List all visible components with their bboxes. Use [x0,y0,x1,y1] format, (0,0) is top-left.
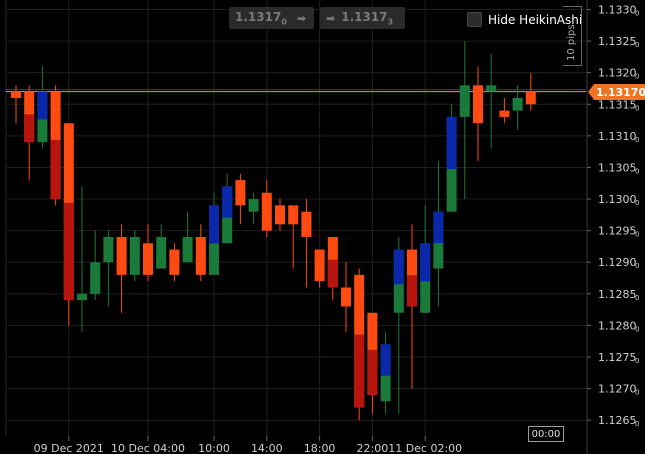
pips-label: 10 pips [566,24,577,61]
candle-body [103,236,114,263]
y-tick-label: 1.1315 [598,98,637,111]
candle-body [473,85,483,124]
x-tick-label: 10 Dec 04:00 [111,442,185,454]
candle-body [275,205,285,225]
candle-body [525,91,536,105]
y-tick-label: 1.1270 [598,383,637,396]
candle-body [129,236,140,275]
y-tick-label: 1.1325 [598,35,637,48]
y-tick-label: 1.1275 [598,351,637,364]
y-tick-label: 1.1300 [598,193,637,206]
y-tick-subdigit: 0 [635,231,639,239]
y-tick-subdigit: 0 [635,167,639,175]
candle-body [459,85,470,117]
x-tick-label: 10:00 [198,442,230,454]
y-tick-subdigit: 0 [635,420,639,428]
candle-trend-overlay [354,334,365,408]
candle-trend-overlay [24,114,35,143]
y-tick-subdigit: 0 [635,136,639,144]
candle-body [11,91,21,98]
y-tick-label: 1.1285 [598,288,637,301]
time-cursor-label: 00:00 [528,426,564,442]
y-tick-subdigit: 0 [635,325,639,333]
y-tick-label: 1.1320 [598,67,637,80]
x-tick-label: 22:00 [357,442,389,454]
candle-trend-overlay [222,186,233,218]
candle-body [486,85,497,92]
x-tick-label: 09 Dec 2021 [34,442,104,454]
candle-trend-overlay [420,243,431,282]
ask-price-button[interactable]: ➡ 1.13173 [320,7,405,29]
x-tick-label: 11 Dec 02:00 [388,442,462,454]
candle-trend-overlay [37,91,48,120]
y-tick-label: 1.1330 [598,3,637,16]
candle-trend-overlay [446,116,457,170]
y-tick-subdigit: 0 [635,357,639,365]
candle-body [156,236,167,269]
candle-body [195,236,206,275]
y-tick-subdigit: 0 [635,41,639,49]
candle-trend-overlay [327,259,338,288]
candle-trend-overlay [209,205,219,244]
candle-body [314,249,325,282]
candle-body [143,243,153,275]
bid-price-value: 1.13170 [235,9,287,27]
y-tick-subdigit: 0 [635,9,639,17]
candle-trend-overlay [367,349,378,395]
candle-body [169,249,180,275]
candle-body [499,110,510,117]
y-tick-subdigit: 0 [635,73,639,81]
current-price-line [6,89,586,93]
y-tick-label: 1.1280 [598,319,637,332]
candle-body [261,192,272,231]
candlestick-chart[interactable]: 1.133001.132501.132001.131501.131001.130… [0,0,645,454]
y-tick-label: 1.1290 [598,256,637,269]
candle-body [301,211,312,237]
candle-body [288,205,299,225]
y-tick-label: 1.1305 [598,161,637,174]
x-tick-label: 18:00 [304,442,336,454]
checkbox-icon[interactable] [467,12,482,27]
sell-arrow-icon: ➡ [296,11,307,25]
candle-body [90,262,101,294]
candle-trend-overlay [433,211,444,243]
candle-body [182,236,193,263]
candle-trend-overlay [380,344,391,376]
candle-body [512,97,523,111]
y-tick-label: 1.1310 [598,130,637,143]
y-tick-subdigit: 0 [635,262,639,270]
y-tick-subdigit: 0 [635,294,639,302]
candle-body [116,236,127,275]
candle-trend-overlay [63,202,74,301]
candle-body [235,180,246,206]
candle-trend-overlay [50,139,61,200]
y-tick-label: 1.1265 [598,414,637,427]
x-tick-label: 14:00 [251,442,283,454]
y-tick-subdigit: 0 [635,199,639,207]
price-axis: 1.133001.132501.132001.131501.131001.130… [586,0,639,454]
buy-arrow-icon: ➡ [326,11,336,25]
bid-price-button[interactable]: 1.13170 ➡ [229,7,314,29]
pips-ruler: 10 pips [563,6,582,66]
time-axis: 09 Dec 2021 10 Dec 04:00 10:00 14:00 18:00 22… [34,436,462,454]
y-tick-subdigit: 0 [635,104,639,112]
y-tick-subdigit: 0 [635,389,639,397]
candle-body [248,199,259,212]
ask-price-value: 1.13173 [341,9,394,27]
candle-trend-overlay [407,275,417,307]
y-tick-label: 1.1295 [598,225,637,238]
candle-body [77,293,87,301]
current-price-tag: 1.13170 [588,84,645,100]
candle-body [341,287,351,307]
candle-trend-overlay [393,249,404,285]
